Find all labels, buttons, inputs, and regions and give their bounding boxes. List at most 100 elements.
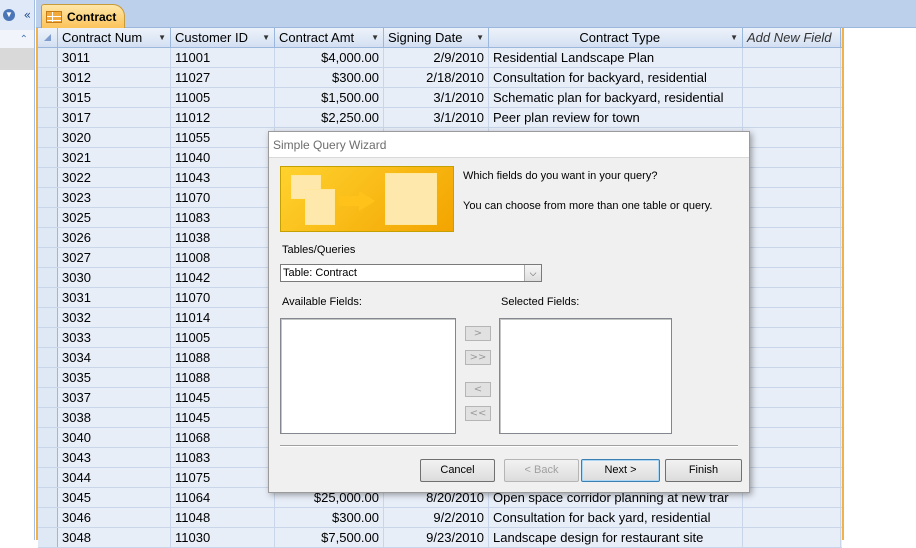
table-cell[interactable]: Landscape design for restaurant site [489,528,743,547]
table-cell[interactable]: 11064 [171,488,275,507]
table-cell[interactable]: 3030 [58,268,171,287]
row-selector[interactable] [38,428,58,447]
row-selector[interactable] [38,48,58,67]
next-button[interactable]: Next > [581,459,660,482]
table-cell[interactable] [743,468,841,487]
table-cell[interactable] [743,88,841,107]
table-cell[interactable]: 3025 [58,208,171,227]
table-cell[interactable]: Consultation for backyard, residential [489,68,743,87]
table-cell[interactable] [743,128,841,147]
table-row[interactable]: 3011 11001 $4,000.00 2/9/2010 Residential La… [38,48,842,68]
chevron-down-icon[interactable]: ▼ [476,33,484,42]
chevron-down-icon[interactable]: ⌵ [524,265,541,281]
row-selector[interactable] [38,388,58,407]
table-cell[interactable]: 3015 [58,88,171,107]
row-selector[interactable] [38,248,58,267]
table-cell[interactable]: 11005 [171,88,275,107]
row-selector[interactable] [38,448,58,467]
table-cell[interactable]: 11027 [171,68,275,87]
table-cell[interactable] [743,328,841,347]
row-selector[interactable] [38,88,58,107]
table-cell[interactable]: 3040 [58,428,171,447]
row-selector[interactable] [38,68,58,87]
add-all-fields-button[interactable]: >> [465,350,491,365]
table-cell[interactable]: 11083 [171,208,275,227]
table-cell[interactable] [743,408,841,427]
group-expand-row[interactable]: ⌃ [0,30,34,48]
table-cell[interactable]: 11038 [171,228,275,247]
table-cell[interactable]: 11014 [171,308,275,327]
table-cell[interactable] [743,528,841,547]
table-cell[interactable]: $7,500.00 [275,528,384,547]
row-selector[interactable] [38,288,58,307]
table-cell[interactable]: 3011 [58,48,171,67]
table-cell[interactable]: 3/1/2010 [384,88,489,107]
column-header-contract-amt[interactable]: Contract Amt ▼ [275,28,384,47]
table-cell[interactable]: 11005 [171,328,275,347]
row-selector[interactable] [38,268,58,287]
finish-button[interactable]: Finish [665,459,742,482]
row-selector[interactable] [38,208,58,227]
tab-contract[interactable]: Contract [41,4,125,28]
table-cell[interactable]: 11088 [171,348,275,367]
table-cell[interactable] [743,268,841,287]
column-header-add-new-field[interactable]: Add New Field [743,28,841,47]
table-cell[interactable]: 11083 [171,448,275,467]
chevron-down-icon[interactable]: ▼ [3,9,15,21]
table-row[interactable]: 3048 11030 $7,500.00 9/23/2010 Landscape des… [38,528,842,548]
table-cell[interactable]: 3017 [58,108,171,127]
table-cell[interactable]: $2,250.00 [275,108,384,127]
table-cell[interactable]: 3022 [58,168,171,187]
table-cell[interactable]: 9/23/2010 [384,528,489,547]
table-cell[interactable]: 11045 [171,408,275,427]
table-cell[interactable]: $300.00 [275,508,384,527]
table-cell[interactable] [743,248,841,267]
table-cell[interactable] [743,148,841,167]
table-cell[interactable] [743,508,841,527]
row-selector[interactable] [38,148,58,167]
table-cell[interactable]: 3012 [58,68,171,87]
column-header-contract-type[interactable]: Contract Type ▼ [489,28,743,47]
table-cell[interactable]: 3/1/2010 [384,108,489,127]
table-cell[interactable]: 2/18/2010 [384,68,489,87]
expand-icon[interactable]: ⌃ [20,34,28,45]
table-cell[interactable]: 3020 [58,128,171,147]
selected-fields-list[interactable] [499,318,672,434]
table-cell[interactable] [743,48,841,67]
table-cell[interactable]: 3021 [58,148,171,167]
table-cell[interactable] [743,448,841,467]
chevron-down-icon[interactable]: ▼ [262,33,270,42]
table-cell[interactable]: 11070 [171,188,275,207]
table-cell[interactable]: 11055 [171,128,275,147]
row-selector[interactable] [38,188,58,207]
table-cell[interactable]: Peer plan review for town [489,108,743,127]
row-selector[interactable] [38,108,58,127]
table-cell[interactable] [743,348,841,367]
table-cell[interactable]: 11068 [171,428,275,447]
table-cell[interactable]: 3037 [58,388,171,407]
table-cell[interactable] [743,308,841,327]
table-cell[interactable]: 3045 [58,488,171,507]
table-cell[interactable]: 11075 [171,468,275,487]
row-selector[interactable] [38,308,58,327]
table-cell[interactable]: Residential Landscape Plan [489,48,743,67]
table-cell[interactable] [743,488,841,507]
remove-all-fields-button[interactable]: << [465,406,491,421]
column-header-customer-id[interactable]: Customer ID ▼ [171,28,275,47]
row-selector[interactable] [38,508,58,527]
remove-field-button[interactable]: < [465,382,491,397]
navigation-selected-item[interactable] [0,48,34,70]
table-cell[interactable] [743,188,841,207]
table-cell[interactable] [743,68,841,87]
table-cell[interactable]: 11088 [171,368,275,387]
table-cell[interactable]: 11040 [171,148,275,167]
table-cell[interactable]: 2/9/2010 [384,48,489,67]
column-header-contract-num[interactable]: Contract Num ▼ [58,28,171,47]
table-cell[interactable]: 9/2/2010 [384,508,489,527]
collapse-pane-icon[interactable]: « [24,8,31,22]
table-cell[interactable] [743,168,841,187]
table-cell[interactable] [743,208,841,227]
table-cell[interactable] [743,388,841,407]
cancel-button[interactable]: Cancel [420,459,495,482]
row-selector[interactable] [38,128,58,147]
